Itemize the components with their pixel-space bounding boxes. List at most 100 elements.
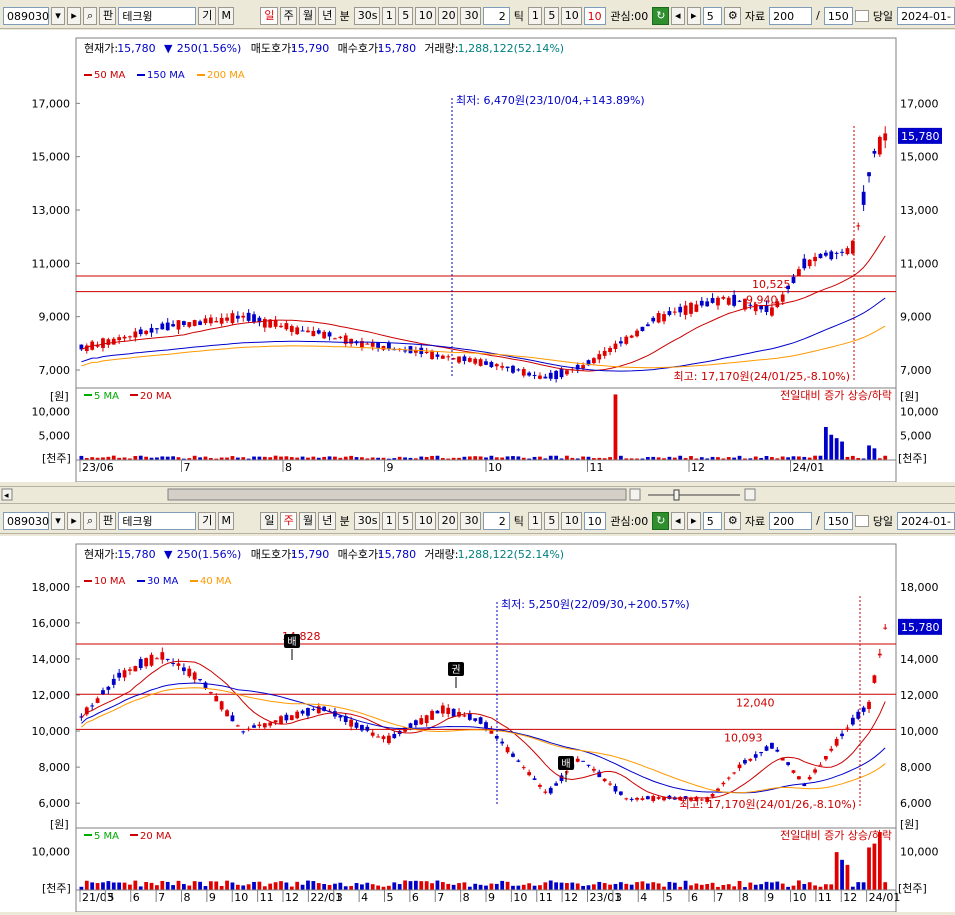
y-tick-right: 8,000 — [900, 761, 932, 774]
tick-1-button[interactable]: 1 — [527, 6, 543, 25]
period-minute-tab[interactable]: 분 — [338, 8, 352, 24]
m-button[interactable]: M — [217, 511, 235, 530]
next-icon[interactable]: ▸ — [686, 511, 701, 530]
stock-code-input[interactable]: 089030 — [3, 6, 49, 25]
period-year-tab[interactable]: 년 — [318, 511, 336, 530]
period-day-tab[interactable]: 일 — [260, 511, 278, 530]
count-select[interactable]: 200 — [769, 6, 813, 25]
count-select[interactable]: 200 — [769, 511, 813, 530]
volume-bar — [144, 882, 149, 890]
volume-bar — [462, 882, 467, 890]
pan-button[interactable]: 판 — [99, 6, 117, 25]
volume-bar — [683, 880, 688, 890]
prev-icon[interactable]: ◂ — [670, 511, 685, 530]
total-input[interactable]: 150 — [823, 6, 853, 25]
settings-icon[interactable]: ⚙ — [723, 6, 741, 25]
volume-bar — [138, 455, 143, 460]
search-icon[interactable]: ⌕ — [83, 511, 97, 530]
next-arrow-icon[interactable]: ▸ — [67, 511, 81, 530]
min-5-button[interactable]: 5 — [398, 6, 413, 25]
info-text: 1,288,122(52.14%) — [458, 548, 565, 561]
gi-button[interactable]: 기 — [198, 6, 216, 25]
candle-body — [883, 133, 888, 141]
refresh-icon[interactable]: ↻ — [652, 6, 669, 25]
x-tick-label: 3 — [336, 891, 343, 904]
period-month-tab[interactable]: 월 — [298, 6, 317, 25]
volume-bar — [214, 881, 219, 890]
date-input[interactable]: 2024-01- — [897, 511, 955, 530]
candle-body — [813, 256, 817, 262]
spin-input[interactable]: 5 — [702, 6, 722, 25]
candle-body — [273, 320, 278, 327]
tick-5-button[interactable]: 5 — [544, 6, 559, 25]
tick-active-input[interactable]: 10 — [583, 511, 607, 530]
stock-code-input[interactable]: 089030 — [3, 511, 49, 530]
candle-body — [117, 672, 122, 678]
min-5-button[interactable]: 5 — [398, 511, 413, 530]
min-20-button[interactable]: 20 — [437, 511, 459, 530]
settings-icon[interactable]: ⚙ — [723, 511, 741, 530]
stock-name-field[interactable]: 테크윙 — [118, 511, 197, 530]
volume-bar — [182, 884, 186, 890]
tick-active-input[interactable]: 10 — [583, 6, 607, 25]
tick-10-button[interactable]: 10 — [560, 6, 582, 25]
sec-button[interactable]: 30s — [353, 6, 380, 25]
legend-label: 30 MA — [147, 576, 179, 587]
volume-bar — [473, 456, 478, 460]
min-10-button[interactable]: 10 — [414, 511, 436, 530]
search-icon[interactable]: ⌕ — [83, 6, 97, 25]
pan-button[interactable]: 판 — [99, 511, 117, 530]
period-minute-tab[interactable]: 분 — [338, 513, 352, 529]
event-marker: 배 — [287, 636, 296, 648]
candle-body — [311, 709, 316, 711]
period-week-tab[interactable]: 주 — [279, 6, 297, 25]
gi-button[interactable]: 기 — [198, 511, 216, 530]
m-button[interactable]: M — [217, 6, 235, 25]
dangil-checkbox[interactable] — [854, 9, 869, 22]
horizontal-scrollbar[interactable]: ◂ — [0, 486, 955, 504]
tick-count-input[interactable]: 2 — [483, 511, 510, 530]
dropdown-arrow-icon[interactable]: ▾ — [51, 6, 65, 25]
volume-bar — [79, 455, 84, 460]
y-tick-left: 18,000 — [32, 581, 71, 594]
candle-body — [478, 359, 483, 366]
spin-input[interactable]: 5 — [702, 511, 722, 530]
volume-bar — [554, 455, 559, 460]
tick-10-button[interactable]: 10 — [560, 511, 582, 530]
candle-body — [387, 735, 391, 744]
candle-body — [284, 714, 289, 721]
period-month-tab[interactable]: 월 — [298, 511, 317, 530]
tick-1-button[interactable]: 1 — [527, 511, 543, 530]
info-text: 매수호가: — [338, 42, 382, 55]
refresh-icon[interactable]: ↻ — [652, 511, 669, 530]
tick-count-input[interactable]: 2 — [483, 6, 510, 25]
volume-bar — [419, 881, 424, 890]
min-10-button[interactable]: 10 — [414, 6, 436, 25]
gwansim-label[interactable]: 관심:00 — [608, 8, 650, 24]
gwansim-label[interactable]: 관심:00 — [608, 513, 650, 529]
period-year-tab[interactable]: 년 — [318, 6, 336, 25]
dropdown-arrow-icon[interactable]: ▾ — [51, 511, 65, 530]
stock-name-field[interactable]: 테크윙 — [118, 6, 197, 25]
date-input[interactable]: 2024-01- — [897, 6, 955, 25]
period-day-tab[interactable]: 일 — [260, 6, 278, 25]
min-30-button[interactable]: 30 — [460, 6, 482, 25]
candle-body — [683, 305, 688, 315]
svg-text:◂: ◂ — [4, 491, 9, 501]
min-1-button[interactable]: 1 — [381, 6, 397, 25]
volume-bar — [678, 455, 683, 460]
candle-body — [424, 715, 429, 724]
prev-icon[interactable]: ◂ — [670, 6, 685, 25]
min-20-button[interactable]: 20 — [437, 6, 459, 25]
tick-5-button[interactable]: 5 — [544, 511, 559, 530]
min-1-button[interactable]: 1 — [381, 511, 397, 530]
candle-body — [721, 782, 726, 785]
next-arrow-icon[interactable]: ▸ — [67, 6, 81, 25]
period-week-tab[interactable]: 주 — [279, 511, 297, 530]
total-input[interactable]: 150 — [823, 511, 853, 530]
sec-button[interactable]: 30s — [353, 511, 380, 530]
dangil-checkbox[interactable] — [854, 514, 869, 527]
volume-bar — [505, 881, 510, 890]
next-icon[interactable]: ▸ — [686, 6, 701, 25]
min-30-button[interactable]: 30 — [460, 511, 482, 530]
